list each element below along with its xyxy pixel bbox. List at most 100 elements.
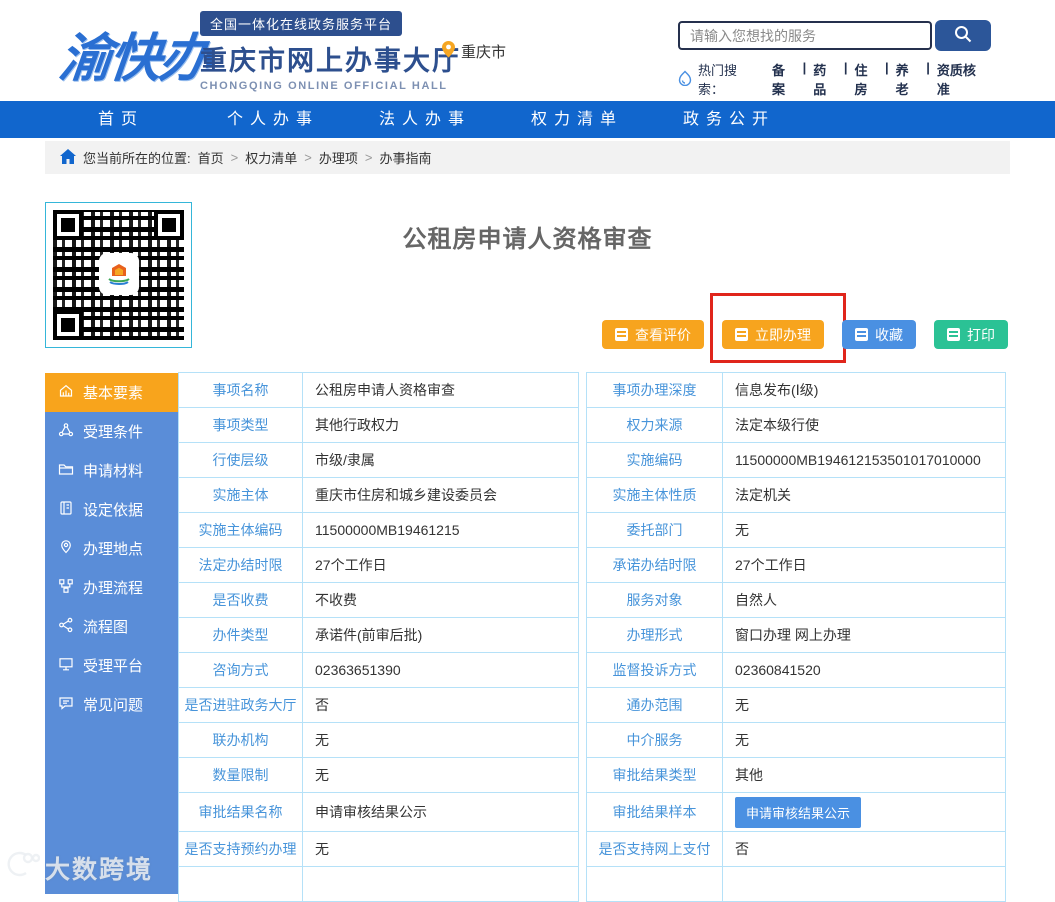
row-value-left: 02363651390 [302, 652, 579, 688]
sidebar: 基本要素受理条件申请材料 设定依据 办理地点办理流程流程图受理平台常见问题 [45, 373, 178, 894]
column-gap [579, 757, 586, 793]
row-value-right: 02360841520 [722, 652, 1006, 688]
workflow-icon [58, 578, 74, 598]
row-value-right: 无 [722, 687, 1006, 723]
hot-search-item[interactable]: 资质核准 [930, 60, 991, 98]
nav-item-3[interactable]: 权力清单 [501, 101, 653, 138]
row-label-left: 法定办结时限 [178, 547, 303, 583]
column-gap [579, 722, 586, 758]
hot-search-item[interactable]: 住房 [847, 60, 885, 98]
breadcrumb-separator: > [364, 150, 373, 165]
table-row: 实施主体编码 11500000MB19461215 委托部门无 [178, 512, 1008, 548]
nav-item-1[interactable]: 个人办事 [197, 101, 349, 138]
sidebar-item-5[interactable]: 办理流程 [45, 568, 178, 607]
empty-cell [178, 866, 303, 902]
column-gap [579, 442, 586, 478]
breadcrumb-item-0[interactable]: 首页 [198, 148, 224, 167]
row-label-left: 办件类型 [178, 617, 303, 653]
action-wrap-3: 打印 [934, 320, 1008, 349]
platform-badge: 全国一体化在线政务服务平台 [200, 11, 403, 36]
row-label-left: 事项名称 [178, 372, 303, 408]
table-row: 是否收费 不收费 服务对象 自然人 [178, 582, 1008, 618]
org-icon [58, 422, 74, 442]
empty-cell [579, 866, 586, 902]
row-value-right: 无 [722, 722, 1006, 758]
row-label-right: 办理形式 [586, 617, 723, 653]
column-gap [579, 687, 586, 723]
sidebar-item-label: 办理流程 [83, 580, 144, 597]
building-icon [58, 383, 74, 403]
location-selector[interactable]: 重庆市 [441, 40, 506, 63]
result-sample-button[interactable]: 申请审核结果公示 [735, 796, 862, 828]
row-label-right: 事项办理深度 [586, 372, 723, 408]
breadcrumb-prefix: 您当前所在的位置: [83, 151, 191, 166]
row-label-right: 审批结果样本 [586, 792, 723, 832]
nav-item-2[interactable]: 法人办事 [349, 101, 501, 138]
nav-item-0[interactable]: 首页 [45, 101, 197, 138]
folder-icon [58, 461, 74, 481]
nav-item-4[interactable]: 政务公开 [653, 101, 805, 138]
row-value-left: 否 [302, 687, 579, 723]
sidebar-item-8[interactable]: 常见问题 [45, 685, 178, 724]
action-button-1[interactable]: 立即办理 [722, 320, 824, 349]
table-row: 是否支持预约办理无是否支持网上支付否 [178, 831, 1008, 867]
hot-search: 热门搜索： 备案 | 药品 | 住房 | 养老 | 资质核准 [678, 60, 991, 98]
sidebar-item-2[interactable]: 申请材料 [45, 451, 178, 490]
row-value-left: 承诺件(前审后批) [302, 617, 579, 653]
sidebar-item-4[interactable]: 办理地点 [45, 529, 178, 568]
empty-cell [586, 866, 723, 902]
sidebar-item-3[interactable]: 设定依据 [45, 490, 178, 529]
sidebar-item-1[interactable]: 受理条件 [45, 412, 178, 451]
breadcrumb-item-2[interactable]: 办理项 [319, 148, 358, 167]
sidebar-item-7[interactable]: 受理平台 [45, 646, 178, 685]
row-label-left: 是否收费 [178, 582, 303, 618]
table-row: 审批结果名称 申请审核结果公示 审批结果样本 申请审核结果公示 [178, 792, 1008, 832]
row-label-left: 是否支持预约办理 [178, 831, 303, 867]
row-value-left: 无 [302, 757, 579, 793]
hot-search-item[interactable]: 备案 [765, 60, 803, 98]
column-gap [579, 547, 586, 583]
table-row: 实施主体 重庆市住房和城乡建设委员会 实施主体性质 法定机关 [178, 477, 1008, 513]
search-button[interactable] [935, 20, 991, 51]
row-label-right: 是否支持网上支付 [586, 831, 723, 867]
search-icon [953, 24, 973, 47]
column-gap [579, 617, 586, 653]
sidebar-item-label: 流程图 [83, 619, 129, 636]
site-logo[interactable]: 渝快办 [56, 16, 214, 91]
hot-search-item[interactable]: 药品 [806, 60, 844, 98]
row-label-left: 实施主体 [178, 477, 303, 513]
search-input[interactable] [678, 21, 932, 50]
row-value-left: 不收费 [302, 582, 579, 618]
column-gap [579, 652, 586, 688]
hot-search-item[interactable]: 养老 [889, 60, 927, 98]
sidebar-item-0[interactable]: 基本要素 [45, 373, 178, 412]
action-wrap-0: 查看评价 [602, 320, 704, 349]
row-value-right: 无 [722, 512, 1006, 548]
sidebar-item-label: 常见问题 [83, 697, 144, 714]
table-row: 数量限制无审批结果类型 其他 [178, 757, 1008, 793]
sidebar-item-label: 基本要素 [83, 385, 144, 402]
brand-block: 全国一体化在线政务服务平台 重庆市网上办事大厅 CHONGQING ONLINE… [200, 11, 461, 92]
sidebar-item-6[interactable]: 流程图 [45, 607, 178, 646]
action-button-3[interactable]: 打印 [934, 320, 1008, 349]
action-button-2[interactable]: 收藏 [842, 320, 916, 349]
column-gap [579, 831, 586, 867]
book-icon [58, 500, 74, 520]
row-value-left: 无 [302, 722, 579, 758]
home-icon [60, 148, 76, 167]
empty-cell [722, 866, 1006, 902]
row-value-left: 11500000MB19461215 [302, 512, 579, 548]
table-row-partial [178, 866, 1008, 902]
action-button-0[interactable]: 查看评价 [602, 320, 704, 349]
page-root: 渝快办 全国一体化在线政务服务平台 重庆市网上办事大厅 CHONGQING ON… [0, 0, 1055, 902]
column-gap [579, 407, 586, 443]
action-label: 查看评价 [635, 326, 691, 343]
breadcrumb-item-3[interactable]: 办事指南 [379, 148, 431, 167]
breadcrumb-item-1[interactable]: 权力清单 [245, 148, 297, 167]
row-value-left: 市级/隶属 [302, 442, 579, 478]
row-label-right: 承诺办结时限 [586, 547, 723, 583]
qr-center-logo [99, 253, 139, 295]
row-label-left: 数量限制 [178, 757, 303, 793]
sidebar-item-label: 受理条件 [83, 424, 144, 441]
row-label-right: 服务对象 [586, 582, 723, 618]
